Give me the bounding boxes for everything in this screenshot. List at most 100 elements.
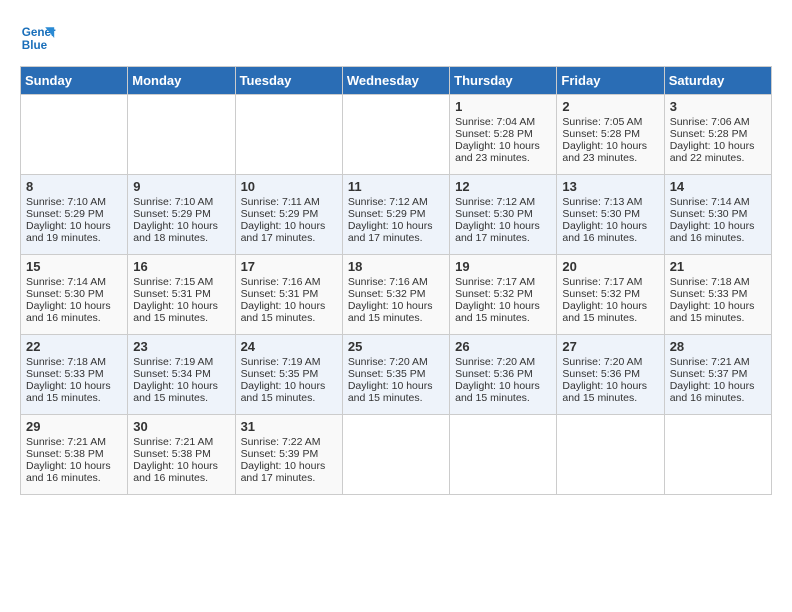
day-number: 18 bbox=[348, 259, 444, 274]
calendar-cell: 14Sunrise: 7:14 AMSunset: 5:30 PMDayligh… bbox=[664, 175, 771, 255]
calendar-cell: 17 Sunrise: 7:16 AMSunset: 5:31 PMDayligh… bbox=[235, 255, 342, 335]
sunset-text: Sunset: 5:30 PM bbox=[455, 208, 551, 220]
calendar-cell: 19Sunrise: 7:17 AMSunset: 5:32 PMDayligh… bbox=[450, 255, 557, 335]
calendar-cell: 15Sunrise: 7:14 AMSunset: 5:30 PMDayligh… bbox=[21, 255, 128, 335]
daylight-text: Daylight: 10 hours and 17 minutes. bbox=[241, 220, 337, 244]
day-number: 2 bbox=[562, 99, 658, 114]
calendar-cell: 30Sunrise: 7:21 AMSunset: 5:38 PMDayligh… bbox=[128, 415, 235, 495]
calendar-cell bbox=[450, 415, 557, 495]
calendar-header-cell: Tuesday bbox=[235, 67, 342, 95]
daylight-text: Daylight: 10 hours and 16 minutes. bbox=[26, 460, 122, 484]
sunrise-text: Sunrise: 7:14 AM bbox=[26, 276, 122, 288]
page-header: General Blue bbox=[20, 20, 772, 56]
sunset-text: Sunset: 5:31 PM bbox=[241, 288, 337, 300]
sunrise-text: Sunrise: 7:20 AM bbox=[562, 356, 658, 368]
sunrise-text: Sunrise: 7:17 AM bbox=[562, 276, 658, 288]
day-number: 15 bbox=[26, 259, 122, 274]
daylight-text: Daylight: 10 hours and 17 minutes. bbox=[241, 460, 337, 484]
day-number: 25 bbox=[348, 339, 444, 354]
sunrise-text: Sunrise: 7:11 AM bbox=[241, 196, 337, 208]
daylight-text: Daylight: 10 hours and 23 minutes. bbox=[455, 140, 551, 164]
sunrise-text: Sunrise: 7:12 AM bbox=[348, 196, 444, 208]
daylight-text: Daylight: 10 hours and 15 minutes. bbox=[455, 380, 551, 404]
day-number: 1 bbox=[455, 99, 551, 114]
daylight-text: Daylight: 10 hours and 15 minutes. bbox=[348, 380, 444, 404]
daylight-text: Daylight: 10 hours and 15 minutes. bbox=[133, 380, 229, 404]
day-number: 16 bbox=[133, 259, 229, 274]
day-number: 27 bbox=[562, 339, 658, 354]
day-number: 22 bbox=[26, 339, 122, 354]
calendar-header-cell: Sunday bbox=[21, 67, 128, 95]
sunset-text: Sunset: 5:36 PM bbox=[562, 368, 658, 380]
sunset-text: Sunset: 5:28 PM bbox=[670, 128, 766, 140]
sunset-text: Sunset: 5:35 PM bbox=[348, 368, 444, 380]
sunrise-text: Sunrise: 7:15 AM bbox=[133, 276, 229, 288]
calendar-cell bbox=[342, 95, 449, 175]
day-number: 23 bbox=[133, 339, 229, 354]
day-number: 30 bbox=[133, 419, 229, 434]
day-number: 3 bbox=[670, 99, 766, 114]
sunset-text: Sunset: 5:30 PM bbox=[670, 208, 766, 220]
day-number: 14 bbox=[670, 179, 766, 194]
sunrise-text: Sunrise: 7:21 AM bbox=[670, 356, 766, 368]
day-number: 20 bbox=[562, 259, 658, 274]
day-number: 17 bbox=[241, 259, 337, 274]
sunset-text: Sunset: 5:31 PM bbox=[133, 288, 229, 300]
sunrise-text: Sunrise: 7:18 AM bbox=[26, 356, 122, 368]
day-number: 12 bbox=[455, 179, 551, 194]
calendar-cell bbox=[664, 415, 771, 495]
calendar-cell: 18Sunrise: 7:16 AMSunset: 5:32 PMDayligh… bbox=[342, 255, 449, 335]
calendar-cell: 24Sunrise: 7:19 AMSunset: 5:35 PMDayligh… bbox=[235, 335, 342, 415]
sunset-text: Sunset: 5:32 PM bbox=[348, 288, 444, 300]
calendar-cell: 27Sunrise: 7:20 AMSunset: 5:36 PMDayligh… bbox=[557, 335, 664, 415]
sunset-text: Sunset: 5:33 PM bbox=[670, 288, 766, 300]
calendar-cell: 11Sunrise: 7:12 AMSunset: 5:29 PMDayligh… bbox=[342, 175, 449, 255]
daylight-text: Daylight: 10 hours and 15 minutes. bbox=[26, 380, 122, 404]
calendar-cell bbox=[235, 95, 342, 175]
calendar-cell: 23 Sunrise: 7:19 AMSunset: 5:34 PMDayligh… bbox=[128, 335, 235, 415]
daylight-text: Daylight: 10 hours and 15 minutes. bbox=[455, 300, 551, 324]
calendar-cell: 9Sunrise: 7:10 AMSunset: 5:29 PMDaylight… bbox=[128, 175, 235, 255]
sunrise-text: Sunrise: 7:19 AM bbox=[133, 356, 229, 368]
daylight-text: Daylight: 10 hours and 15 minutes. bbox=[241, 380, 337, 404]
calendar-header-cell: Friday bbox=[557, 67, 664, 95]
sunrise-text: Sunrise: 7:12 AM bbox=[455, 196, 551, 208]
daylight-text: Daylight: 10 hours and 16 minutes. bbox=[670, 220, 766, 244]
calendar-cell bbox=[342, 415, 449, 495]
calendar-cell: 29Sunrise: 7:21 AMSunset: 5:38 PMDayligh… bbox=[21, 415, 128, 495]
sunset-text: Sunset: 5:32 PM bbox=[562, 288, 658, 300]
day-number: 31 bbox=[241, 419, 337, 434]
daylight-text: Daylight: 10 hours and 16 minutes. bbox=[133, 460, 229, 484]
sunset-text: Sunset: 5:38 PM bbox=[26, 448, 122, 460]
day-number: 19 bbox=[455, 259, 551, 274]
calendar-header-cell: Wednesday bbox=[342, 67, 449, 95]
calendar-header: SundayMondayTuesdayWednesdayThursdayFrid… bbox=[21, 67, 772, 95]
daylight-text: Daylight: 10 hours and 15 minutes. bbox=[133, 300, 229, 324]
daylight-text: Daylight: 10 hours and 18 minutes. bbox=[133, 220, 229, 244]
calendar-cell: 25Sunrise: 7:20 AMSunset: 5:35 PMDayligh… bbox=[342, 335, 449, 415]
sunset-text: Sunset: 5:29 PM bbox=[133, 208, 229, 220]
day-number: 24 bbox=[241, 339, 337, 354]
day-number: 28 bbox=[670, 339, 766, 354]
day-number: 11 bbox=[348, 179, 444, 194]
sunset-text: Sunset: 5:28 PM bbox=[455, 128, 551, 140]
calendar-cell: 21Sunrise: 7:18 AMSunset: 5:33 PMDayligh… bbox=[664, 255, 771, 335]
daylight-text: Daylight: 10 hours and 16 minutes. bbox=[562, 220, 658, 244]
calendar-cell: 10Sunrise: 7:11 AMSunset: 5:29 PMDayligh… bbox=[235, 175, 342, 255]
daylight-text: Daylight: 10 hours and 15 minutes. bbox=[241, 300, 337, 324]
day-number: 10 bbox=[241, 179, 337, 194]
sunset-text: Sunset: 5:29 PM bbox=[26, 208, 122, 220]
sunrise-text: Sunrise: 7:10 AM bbox=[133, 196, 229, 208]
sunrise-text: Sunrise: 7:16 AM bbox=[348, 276, 444, 288]
daylight-text: Daylight: 10 hours and 17 minutes. bbox=[455, 220, 551, 244]
calendar-cell: 22Sunrise: 7:18 AMSunset: 5:33 PMDayligh… bbox=[21, 335, 128, 415]
day-number: 29 bbox=[26, 419, 122, 434]
day-number: 26 bbox=[455, 339, 551, 354]
sunset-text: Sunset: 5:36 PM bbox=[455, 368, 551, 380]
calendar-cell: 20Sunrise: 7:17 AMSunset: 5:32 PMDayligh… bbox=[557, 255, 664, 335]
sunrise-text: Sunrise: 7:16 AM bbox=[241, 276, 337, 288]
calendar-cell: 26Sunrise: 7:20 AMSunset: 5:36 PMDayligh… bbox=[450, 335, 557, 415]
day-number: 21 bbox=[670, 259, 766, 274]
sunset-text: Sunset: 5:34 PM bbox=[133, 368, 229, 380]
sunrise-text: Sunrise: 7:22 AM bbox=[241, 436, 337, 448]
